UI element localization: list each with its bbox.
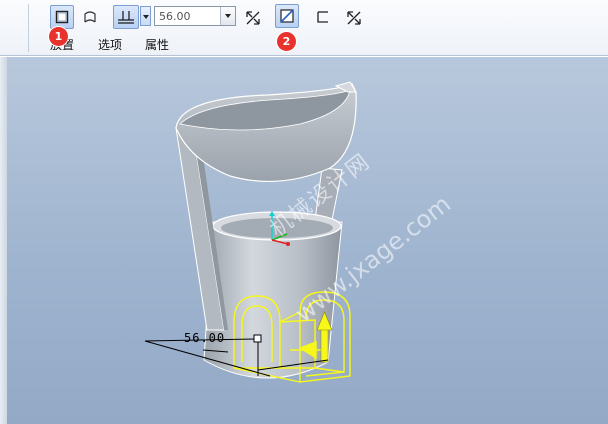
depth-blind-icon (118, 11, 134, 24)
callout-badge-2: 2 (277, 32, 296, 51)
thicken-icon (317, 11, 328, 23)
depth-type-dropdown[interactable] (140, 6, 151, 26)
flip-direction-icon (246, 11, 260, 25)
depth-value-input[interactable] (155, 7, 221, 25)
extrude-dashboard: 放置 选项 属性 1 2 (0, 0, 608, 56)
depth-combo[interactable] (154, 6, 236, 26)
callout-badge-1: 1 (49, 27, 68, 46)
tab-options[interactable]: 选项 (98, 36, 122, 53)
thicken-button[interactable] (311, 5, 335, 29)
ribbon-separator (28, 4, 29, 52)
surface-button[interactable] (78, 5, 102, 29)
cad-model[interactable] (0, 57, 608, 424)
depth-type-button[interactable] (113, 5, 139, 29)
solid-button[interactable] (50, 5, 74, 29)
flip-thicken-button[interactable] (341, 5, 365, 29)
remove-material-button[interactable] (275, 4, 299, 28)
depth-dimension-label[interactable]: 56.00 (184, 331, 225, 345)
flip-direction-button[interactable] (240, 5, 264, 29)
flip-thicken-icon (347, 11, 361, 25)
tab-properties[interactable]: 属性 (145, 36, 169, 53)
remove-material-icon (280, 9, 294, 23)
surface-icon (84, 11, 96, 23)
depth-dropdown-arrow[interactable] (220, 7, 235, 25)
solid-icon (55, 10, 69, 24)
